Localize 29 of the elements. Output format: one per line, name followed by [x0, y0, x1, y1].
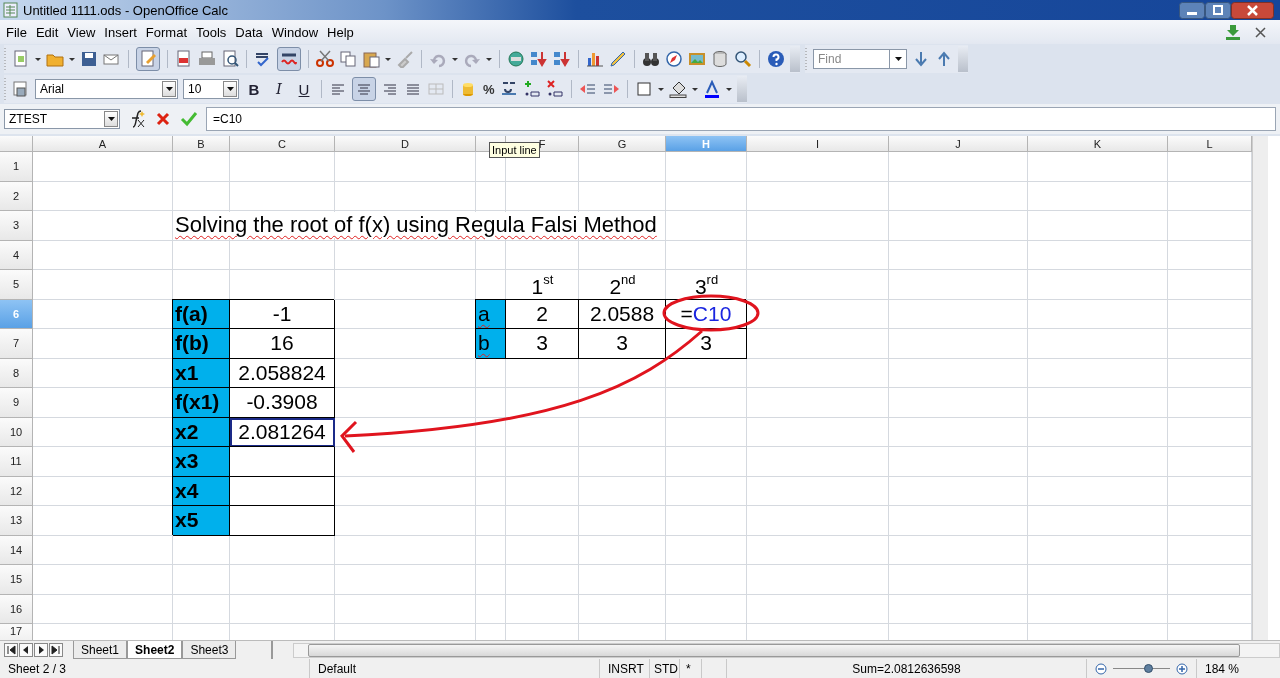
label-cell: x3 — [173, 447, 230, 477]
label-cell: a — [476, 299, 506, 329]
column-heading-cell-text: 1$^{st}$ — [530, 270, 555, 300]
value-cell: 3 — [579, 329, 666, 359]
label-cell: f(a) — [173, 299, 230, 329]
label-cell: f(b) — [173, 329, 230, 359]
sheet-position: Sheet 2 / 3 — [0, 659, 310, 678]
selection-mode: STD — [650, 659, 680, 678]
window-title: Untitled 1111.ods - OpenOffice Calc — [23, 2, 228, 18]
zoom-percent: 184 % — [1204, 660, 1241, 678]
modified-indicator: * — [680, 659, 702, 678]
value-cell: 2.081264 — [230, 417, 335, 447]
label-cell: x1 — [173, 358, 230, 388]
label-cell: x5 — [173, 506, 230, 536]
column-heading-cell-text: 2$^{nd}$ — [608, 270, 637, 300]
label-cell: x2 — [173, 417, 230, 447]
label-cell: f(x1) — [173, 388, 230, 418]
sum-display: Sum=2.0812636598 — [727, 659, 1087, 678]
page-style: Default — [310, 659, 600, 678]
column-heading-cell-text: 3$^{rd}$ — [693, 270, 720, 300]
sheet-title: Solving the root of f(x) using Regula Falsi Method — [173, 212, 657, 239]
value-cell: 3 — [506, 329, 579, 359]
value-cell: 16 — [230, 329, 335, 359]
value-cell: -0.3908 — [230, 388, 335, 418]
tooltip: Input line — [489, 142, 540, 158]
label-cell: x4 — [173, 476, 230, 506]
value-cell: 3 — [666, 329, 747, 359]
label-cell: b — [476, 329, 506, 359]
insert-mode: INSRT — [600, 659, 650, 678]
